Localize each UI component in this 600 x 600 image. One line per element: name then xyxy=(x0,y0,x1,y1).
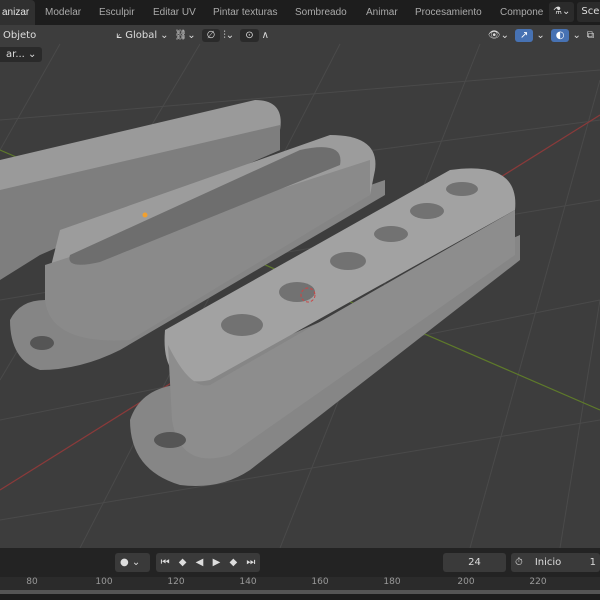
tab-texture-paint[interactable]: Pintar texturas xyxy=(213,0,277,25)
chevron-down-icon: ⌄ xyxy=(160,29,169,41)
orientation-icon: ⟀ xyxy=(116,29,123,41)
scene-selector-icon[interactable]: ⚗⌄ xyxy=(549,2,575,22)
pickup-cover-right[interactable] xyxy=(130,168,520,486)
tab-animation[interactable]: Animar xyxy=(366,0,398,25)
ruler-tick: 120 xyxy=(167,577,185,587)
ruler-tick: 200 xyxy=(457,577,475,587)
ruler-tick: 140 xyxy=(239,577,257,587)
ruler-tick: 100 xyxy=(95,577,113,587)
3d-viewport[interactable] xyxy=(0,0,600,548)
x-axis-line xyxy=(0,114,600,491)
object-origin-icon xyxy=(142,212,148,218)
pole-holes xyxy=(221,182,478,336)
proportional-edit-icon[interactable]: ⊙ ∧ xyxy=(240,28,269,42)
timeline-ruler[interactable]: 80 100 120 140 160 180 200 220 xyxy=(0,577,600,590)
xray-toggle-icon[interactable]: ⧉ xyxy=(587,30,594,41)
ruler-tick: 220 xyxy=(529,577,547,587)
3d-cursor-icon[interactable] xyxy=(300,287,316,303)
pickup-cover-middle[interactable] xyxy=(10,135,385,370)
jump-start-icon[interactable]: ⏮ xyxy=(161,557,170,568)
status-bar xyxy=(0,594,600,600)
ruler-tick: 80 xyxy=(26,577,38,587)
stopwatch-icon: ⏱ xyxy=(515,557,523,568)
prev-keyframe-icon[interactable]: ◆ xyxy=(179,557,187,568)
tab-sculpting[interactable]: Esculpir xyxy=(99,0,135,25)
timeline-header: ● ⌄ ⏮ ◆ ◀ ▶ ◆ ⏭ 24 ⏱ Inicio 1 xyxy=(0,548,600,577)
scene-name[interactable]: Scen xyxy=(577,2,600,22)
transform-orientation[interactable]: ⟀ Global ⌄ xyxy=(116,30,168,41)
start-label: Inicio xyxy=(534,557,562,568)
visibility-icon[interactable]: 👁⌄ xyxy=(488,30,509,41)
jump-end-icon[interactable]: ⏭ xyxy=(246,557,255,568)
sub-menu-dropdown[interactable]: ar... ⌄ xyxy=(0,47,43,62)
play-icon[interactable]: ▶ xyxy=(213,557,221,568)
start-value: 1 xyxy=(589,557,596,568)
start-frame-field[interactable]: ⏱ Inicio 1 xyxy=(511,553,600,572)
ruler-tick: 180 xyxy=(383,577,401,587)
grid xyxy=(0,43,600,548)
pivot-point-icon[interactable]: ⛓⌄ xyxy=(175,30,196,41)
tab-uv-editing[interactable]: Editar UV xyxy=(153,0,196,25)
ruler-tick: 160 xyxy=(311,577,329,587)
tab-shading[interactable]: Sombreado xyxy=(295,0,347,25)
next-keyframe-icon[interactable]: ◆ xyxy=(229,557,237,568)
viewport-header: Objeto ⟀ Global ⌄ ⛓⌄ ∅ ⫶⌄ ⊙ ∧ 👁⌄ ↗ ⌄ ◐ ⌄ ⧉ xyxy=(0,25,600,45)
workspace-tabs: anizar Modelar Esculpir Editar UV Pintar… xyxy=(0,0,600,25)
tab-layout[interactable]: anizar xyxy=(0,0,36,25)
orientation-label: Global xyxy=(125,29,158,41)
tab-modeling[interactable]: Modelar xyxy=(45,0,81,25)
snap-icon[interactable]: ∅ ⫶⌄ xyxy=(201,28,234,42)
overlays-toggle-icon[interactable]: ◐ ⌄ xyxy=(550,28,581,42)
gizmo-toggle-icon[interactable]: ↗ ⌄ xyxy=(514,28,545,42)
pickup-cover-left[interactable] xyxy=(0,100,281,280)
playback-controls: ⏮ ◆ ◀ ▶ ◆ ⏭ xyxy=(156,553,260,572)
auto-keying-button[interactable]: ● ⌄ xyxy=(115,553,150,572)
y-axis-line xyxy=(0,149,600,411)
current-frame-field[interactable]: 24 xyxy=(443,553,506,572)
play-reverse-icon[interactable]: ◀ xyxy=(196,557,204,568)
tab-rendering[interactable]: Procesamiento xyxy=(415,0,482,25)
object-menu[interactable]: Objeto xyxy=(3,30,36,41)
tab-compositing[interactable]: Compone xyxy=(500,0,543,25)
